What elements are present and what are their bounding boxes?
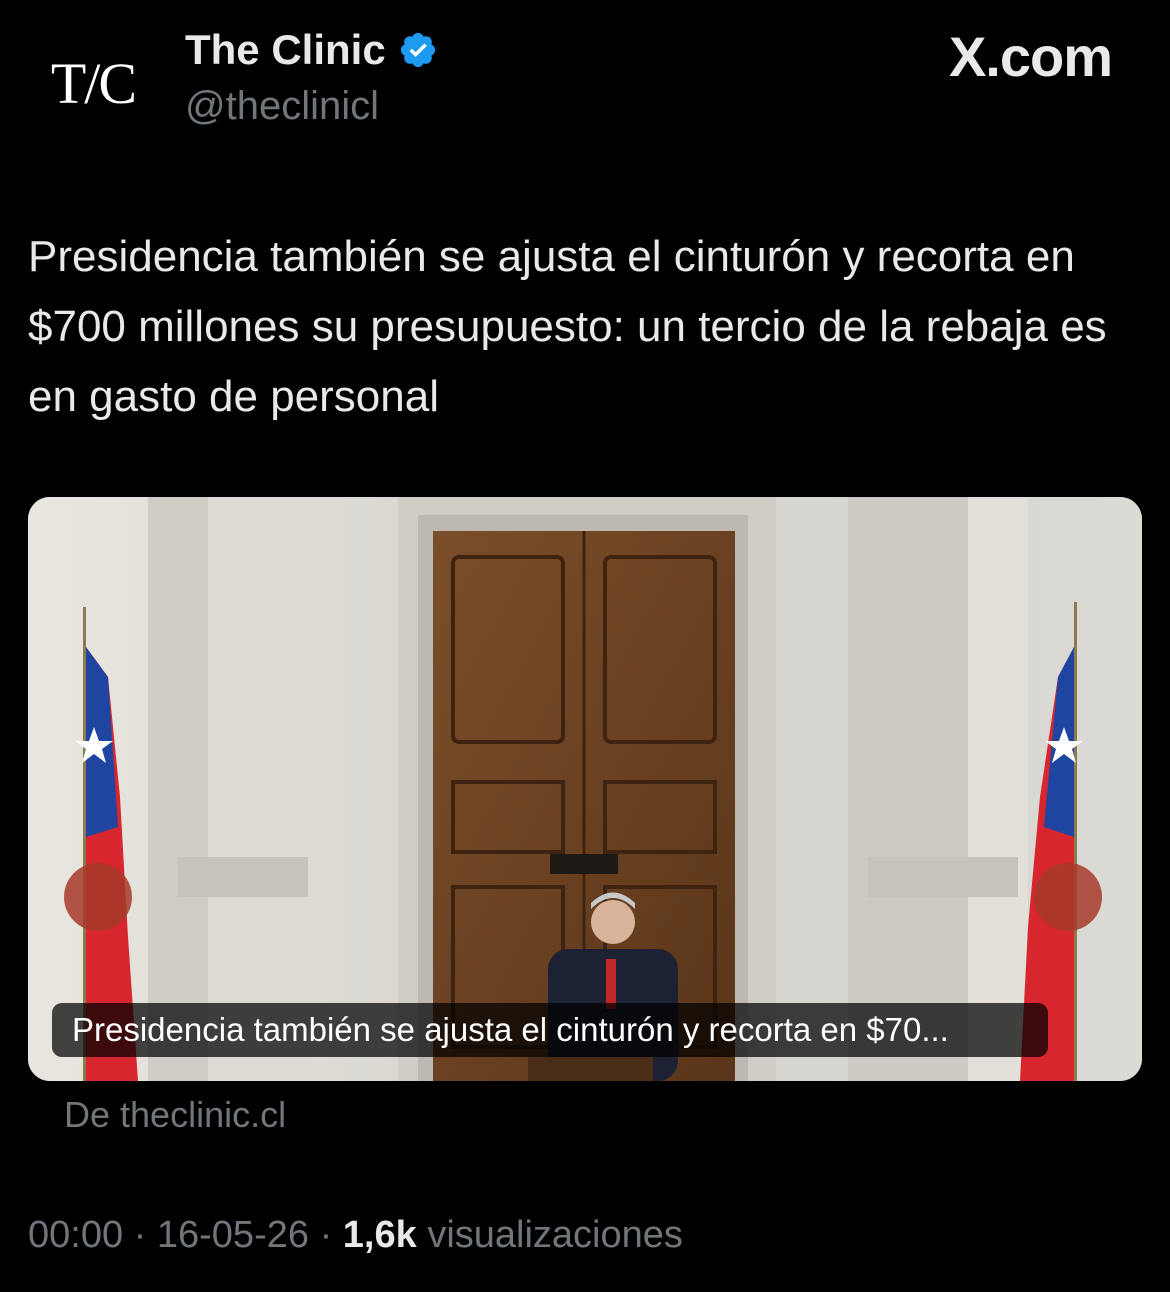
card-photo-image <box>28 497 1142 1081</box>
views-label: visualizaciones <box>427 1214 683 1256</box>
card-caption[interactable]: Presidencia también se ajusta el cinturó… <box>52 1003 1048 1057</box>
verified-badge-icon <box>400 32 435 68</box>
tweet-meta: 00:00 · 16-05-26 · 1,6k visualizaciones <box>28 1214 683 1257</box>
tweet-time[interactable]: 00:00 <box>28 1214 123 1256</box>
link-card-media[interactable]: Presidencia también se ajusta el cinturó… <box>28 497 1142 1081</box>
tweet-date[interactable]: 16-05-26 <box>157 1214 309 1256</box>
author-name-row[interactable]: The Clinic <box>185 26 438 74</box>
views-count: 1,6k <box>342 1214 417 1256</box>
meta-separator: · <box>319 1214 333 1256</box>
tweet-text: Presidencia también se ajusta el cinturó… <box>28 232 1107 421</box>
display-name[interactable]: The Clinic <box>185 26 386 74</box>
card-source-link[interactable]: De theclinic.cl <box>64 1094 286 1136</box>
handle[interactable]: @theclinicl <box>185 84 379 129</box>
meta-separator: · <box>133 1214 147 1256</box>
site-brand: X.com <box>948 25 1113 88</box>
avatar-logo-text: T/C <box>50 50 137 116</box>
avatar[interactable]: T/C <box>38 38 148 128</box>
